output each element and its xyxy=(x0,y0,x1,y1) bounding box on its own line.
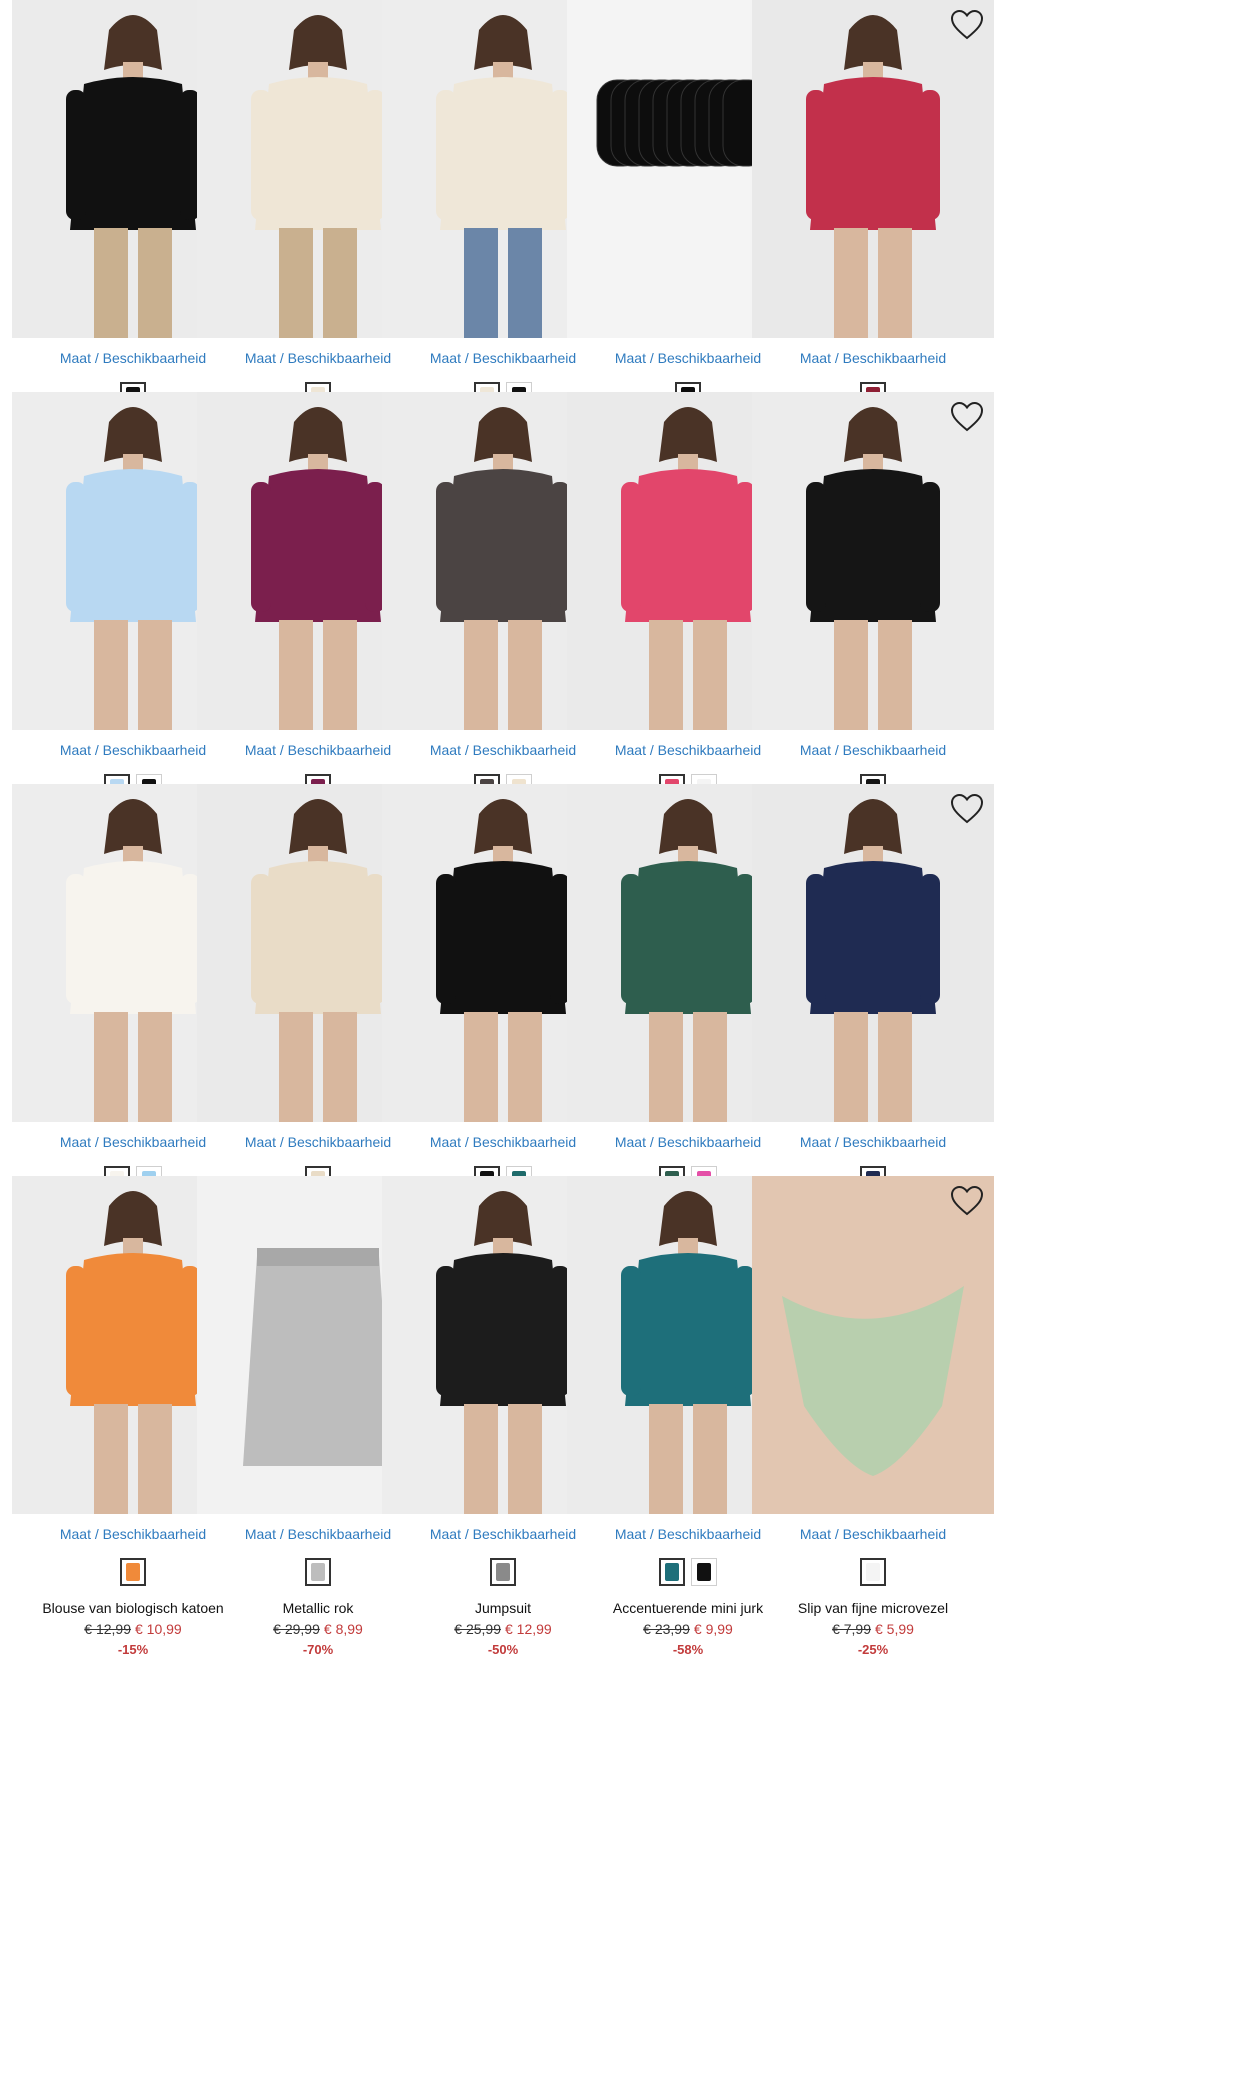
sale-price: € 5,99 xyxy=(875,1621,914,1637)
heart-outline-icon[interactable] xyxy=(950,9,984,41)
size-availability-link[interactable]: Maat / Beschikbaarheid xyxy=(752,1526,994,1542)
price-line: € 7,99 € 5,99 xyxy=(752,1621,994,1637)
product-photo-illustration xyxy=(752,1176,994,1514)
swatch-color-chip xyxy=(665,1563,679,1581)
heart-outline-icon[interactable] xyxy=(950,401,984,433)
discount-badge: -25% xyxy=(857,1642,889,1657)
color-swatch[interactable] xyxy=(691,1558,717,1586)
size-availability-link[interactable]: Maat / Beschikbaarheid xyxy=(752,350,994,366)
size-availability-link[interactable]: Maat / Beschikbaarheid xyxy=(752,1134,994,1150)
product-photo-illustration xyxy=(752,392,994,730)
product-image[interactable] xyxy=(752,392,994,730)
sale-price: € 9,99 xyxy=(693,1621,733,1637)
old-price: € 25,99 xyxy=(454,1621,501,1637)
swatch-color-chip xyxy=(126,1563,140,1581)
product-card[interactable]: Maat / Beschikbaarheid Slip van fijne mi… xyxy=(752,1176,994,1676)
old-price: € 7,99 xyxy=(832,1621,871,1637)
product-image[interactable] xyxy=(752,0,994,338)
color-swatch[interactable] xyxy=(860,1558,886,1586)
product-photo-illustration xyxy=(752,0,994,338)
sale-price: € 8,99 xyxy=(323,1621,363,1637)
color-swatch[interactable] xyxy=(120,1558,146,1586)
sale-price: € 10,99 xyxy=(135,1621,182,1637)
color-swatch[interactable] xyxy=(490,1558,516,1586)
product-grid: Maat / Beschikbaarheid Oversized blouse … xyxy=(12,0,1244,2082)
product-photo-illustration xyxy=(752,784,994,1122)
old-price: € 12,99 xyxy=(84,1621,131,1637)
size-availability-link[interactable]: Maat / Beschikbaarheid xyxy=(752,742,994,758)
color-swatch[interactable] xyxy=(659,1558,685,1586)
swatch-color-chip xyxy=(866,1563,880,1581)
swatch-color-chip xyxy=(496,1563,510,1581)
swatch-color-chip xyxy=(697,1563,711,1581)
color-swatch[interactable] xyxy=(305,1558,331,1586)
heart-outline-icon[interactable] xyxy=(950,793,984,825)
old-price: € 23,99 xyxy=(643,1621,690,1637)
heart-outline-icon[interactable] xyxy=(950,1185,984,1217)
swatch-color-chip xyxy=(311,1563,325,1581)
old-price: € 29,99 xyxy=(273,1621,320,1637)
sale-price: € 12,99 xyxy=(505,1621,552,1637)
product-image[interactable] xyxy=(752,784,994,1122)
color-swatches xyxy=(752,1558,994,1588)
product-image[interactable] xyxy=(752,1176,994,1514)
product-name[interactable]: Slip van fijne microvezel xyxy=(752,1600,994,1616)
